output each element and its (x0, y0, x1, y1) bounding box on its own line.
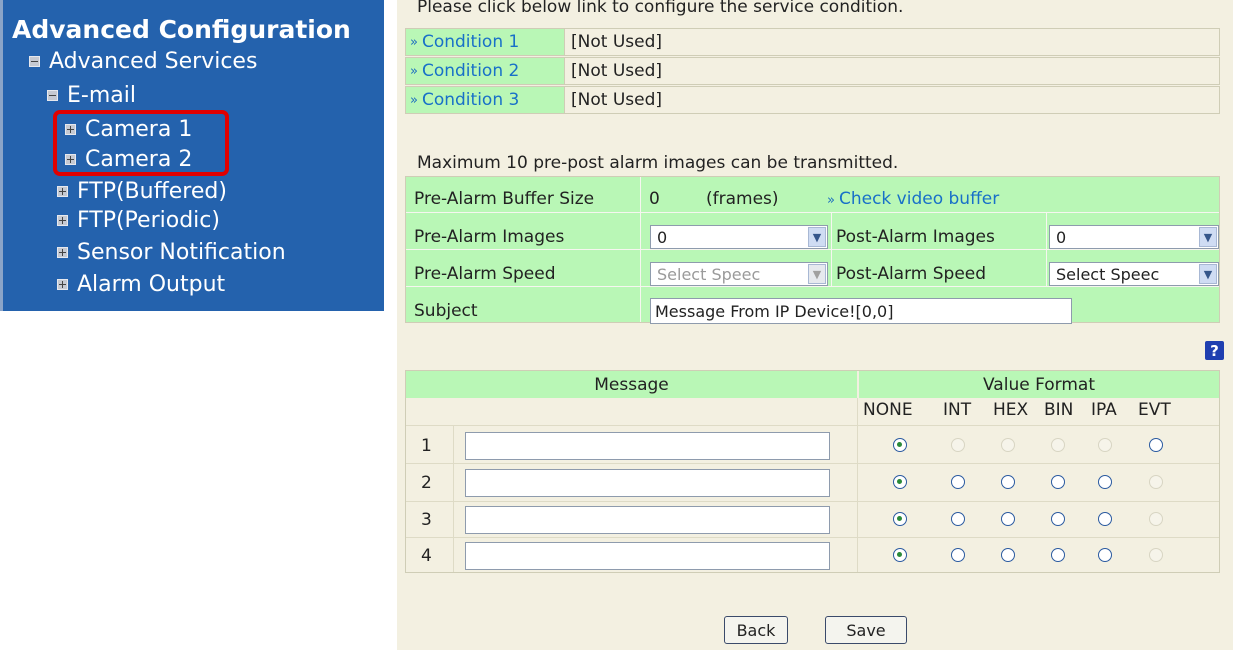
format-radio-none-row-2[interactable] (893, 475, 907, 489)
post-alarm-images-select[interactable]: 0 ▼ (1049, 225, 1219, 249)
format-radio-bin-row-1 (1051, 438, 1065, 452)
format-radio-none-row-1[interactable] (893, 438, 907, 452)
format-radio-bin-row-3[interactable] (1051, 512, 1065, 526)
format-col-bin: BIN (1044, 400, 1074, 420)
tree-item-sensor-notification[interactable]: Sensor Notification (57, 238, 286, 266)
condition-row: » Condition 3 [Not Used] (405, 86, 1220, 114)
format-radio-evt-row-2 (1149, 475, 1163, 489)
expand-icon[interactable] (57, 278, 68, 290)
subject-label: Subject (414, 301, 478, 321)
message-4-input[interactable] (465, 542, 830, 570)
expand-icon[interactable] (57, 185, 68, 197)
condition-1-link[interactable]: » Condition 1 (406, 29, 565, 55)
pre-alarm-speed-label: Pre-Alarm Speed (414, 264, 556, 284)
alarm-note: Maximum 10 pre-post alarm images can be … (417, 153, 899, 173)
format-radio-bin-row-2[interactable] (1051, 475, 1065, 489)
email-config-panel: Please click below link to configure the… (397, 0, 1233, 650)
format-radio-hex-row-4[interactable] (1001, 548, 1015, 562)
format-radio-none-row-4[interactable] (893, 548, 907, 562)
dropdown-arrow-icon[interactable]: ▼ (808, 227, 826, 247)
format-radio-ipa-row-1 (1098, 438, 1112, 452)
tree-item-email[interactable]: E-mail (47, 81, 136, 109)
expand-icon[interactable] (57, 246, 68, 258)
post-alarm-speed-select[interactable]: Select Speec ▼ (1049, 262, 1219, 286)
tree-item-label: FTP(Buffered) (77, 178, 227, 204)
dropdown-arrow-icon[interactable]: ▼ (808, 264, 826, 284)
value-format-header: Value Format (859, 371, 1219, 398)
format-radio-int-row-2[interactable] (951, 475, 965, 489)
tree-item-label: Alarm Output (77, 271, 226, 297)
tree-item-label: Advanced Services (49, 48, 258, 74)
condition-2-link[interactable]: » Condition 2 (406, 58, 565, 84)
save-button[interactable]: Save (825, 616, 907, 644)
back-button[interactable]: Back (724, 616, 788, 644)
pre-alarm-speed-select[interactable]: Select Speec ▼ (650, 262, 828, 286)
double-chevron-icon: » (410, 92, 418, 108)
message-row-number: 2 (421, 473, 432, 493)
message-row-number: 1 (421, 436, 432, 456)
pre-alarm-buffer-value: 0 (649, 189, 660, 209)
message-row-number: 3 (421, 510, 432, 530)
format-radio-int-row-3[interactable] (951, 512, 965, 526)
format-radio-none-row-3[interactable] (893, 512, 907, 526)
conditions-intro: Please click below link to configure the… (417, 0, 904, 17)
expand-icon[interactable] (57, 214, 68, 226)
condition-3-status: [Not Used] (571, 90, 663, 110)
format-radio-hex-row-1 (1001, 438, 1015, 452)
format-radio-ipa-row-2[interactable] (1098, 475, 1112, 489)
format-radio-ipa-row-4[interactable] (1098, 548, 1112, 562)
condition-row: » Condition 1 [Not Used] (405, 28, 1220, 56)
check-video-buffer-link[interactable]: » Check video buffer (827, 189, 999, 209)
collapse-icon[interactable] (47, 89, 58, 101)
post-alarm-speed-label: Post-Alarm Speed (836, 264, 987, 284)
tree-item-advanced-services[interactable]: Advanced Services (29, 47, 257, 75)
tree-item-ftp-periodic[interactable]: FTP(Periodic) (57, 206, 220, 234)
condition-2-status: [Not Used] (571, 61, 663, 81)
double-chevron-icon: » (827, 193, 835, 208)
message-header: Message (406, 371, 857, 398)
help-icon[interactable]: ? (1205, 341, 1224, 360)
format-col-ipa: IPA (1091, 400, 1117, 420)
double-chevron-icon: » (410, 63, 418, 79)
format-radio-evt-row-3 (1149, 512, 1163, 526)
pre-alarm-images-label: Pre-Alarm Images (414, 227, 565, 247)
format-col-evt: EVT (1138, 400, 1171, 420)
sidebar-title: Advanced Configuration (12, 15, 351, 44)
format-radio-evt-row-4 (1149, 548, 1163, 562)
collapse-icon[interactable] (29, 55, 40, 67)
tree-item-alarm-output[interactable]: Alarm Output (57, 270, 225, 298)
dropdown-arrow-icon[interactable]: ▼ (1199, 264, 1217, 284)
condition-3-link[interactable]: » Condition 3 (406, 87, 565, 113)
tree-item-ftp-buffered[interactable]: FTP(Buffered) (57, 177, 227, 205)
format-radio-int-row-4[interactable] (951, 548, 965, 562)
condition-row: » Condition 2 [Not Used] (405, 57, 1220, 85)
format-radio-hex-row-3[interactable] (1001, 512, 1015, 526)
format-radio-int-row-1 (951, 438, 965, 452)
tree-item-label: Sensor Notification (77, 239, 286, 265)
format-radio-evt-row-1[interactable] (1149, 438, 1163, 452)
subject-input[interactable]: Message From IP Device![0,0] (650, 298, 1072, 324)
message-3-input[interactable] (465, 506, 830, 534)
tree-item-label: E-mail (67, 82, 136, 108)
double-chevron-icon: » (410, 34, 418, 50)
format-radio-hex-row-2[interactable] (1001, 475, 1015, 489)
highlight-box (53, 110, 229, 176)
format-col-int: INT (943, 400, 972, 420)
message-row-number: 4 (421, 546, 432, 566)
condition-1-status: [Not Used] (571, 32, 663, 52)
post-alarm-images-label: Post-Alarm Images (836, 227, 995, 247)
pre-alarm-buffer-label: Pre-Alarm Buffer Size (414, 189, 595, 209)
pre-alarm-images-select[interactable]: 0 ▼ (650, 225, 828, 249)
message-1-input[interactable] (465, 432, 830, 460)
format-radio-ipa-row-3[interactable] (1098, 512, 1112, 526)
format-col-none: NONE (863, 400, 913, 420)
tree-item-label: FTP(Periodic) (77, 207, 220, 233)
dropdown-arrow-icon[interactable]: ▼ (1199, 227, 1217, 247)
buffer-unit: (frames) (706, 189, 779, 209)
format-col-hex: HEX (993, 400, 1029, 420)
format-radio-bin-row-4[interactable] (1051, 548, 1065, 562)
message-2-input[interactable] (465, 469, 830, 497)
